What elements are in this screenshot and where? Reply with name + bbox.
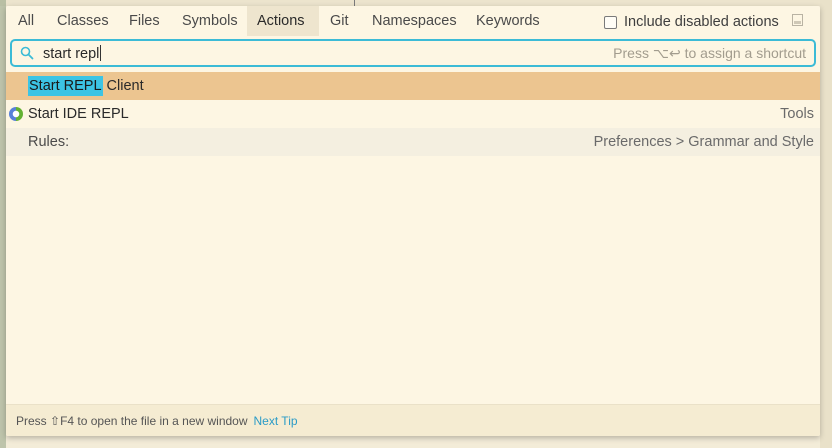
tab-files[interactable]: Files	[119, 6, 170, 36]
tab-classes[interactable]: Classes	[47, 6, 119, 36]
search-input[interactable]: start repl	[43, 45, 102, 62]
clojure-icon	[9, 107, 23, 121]
result-category: Tools	[780, 106, 814, 122]
assign-shortcut-hint: Press ⌥↩ to assign a shortcut	[613, 45, 806, 61]
include-disabled-label: Include disabled actions	[624, 14, 779, 30]
tab-all[interactable]: All	[8, 6, 44, 36]
pin-window-icon[interactable]	[792, 14, 803, 26]
checkbox-box[interactable]	[604, 15, 617, 29]
text-caret	[100, 45, 102, 61]
tab-keywords[interactable]: Keywords	[466, 6, 550, 36]
tip-text: Press ⇧F4 to open the file in a new wind…	[16, 414, 248, 428]
result-row-start-ide-repl[interactable]: Start IDE REPL Tools	[6, 100, 820, 128]
tab-git[interactable]: Git	[320, 6, 359, 36]
tab-symbols[interactable]: Symbols	[172, 6, 248, 36]
search-icon	[20, 46, 34, 60]
result-category: Preferences > Grammar and Style	[593, 134, 814, 150]
result-row-start-repl-client[interactable]: Start REPL Client	[6, 72, 820, 100]
result-title-rest: Client	[102, 78, 144, 94]
tip-footer: Press ⇧F4 to open the file in a new wind…	[6, 404, 820, 436]
include-disabled-actions-checkbox[interactable]: Include disabled actions	[604, 13, 779, 31]
search-input-value: start repl	[43, 46, 100, 62]
result-title: Rules:	[28, 134, 70, 150]
next-tip-link[interactable]: Next Tip	[254, 414, 298, 428]
tab-bar: All Classes Files Symbols Actions Git Na…	[6, 6, 820, 36]
tab-namespaces[interactable]: Namespaces	[362, 6, 467, 36]
result-title: Start IDE REPL	[28, 106, 129, 122]
search-everywhere-popup: All Classes Files Symbols Actions Git Na…	[6, 6, 820, 436]
match-highlight: Start REPL	[28, 76, 103, 96]
result-title: Start REPL Client	[28, 72, 144, 100]
result-row-rules[interactable]: Rules: Preferences > Grammar and Style	[6, 128, 820, 156]
editor-right-edge	[820, 0, 832, 448]
search-field[interactable]: start repl Press ⌥↩ to assign a shortcut	[10, 39, 816, 67]
tab-actions[interactable]: Actions	[247, 6, 319, 36]
